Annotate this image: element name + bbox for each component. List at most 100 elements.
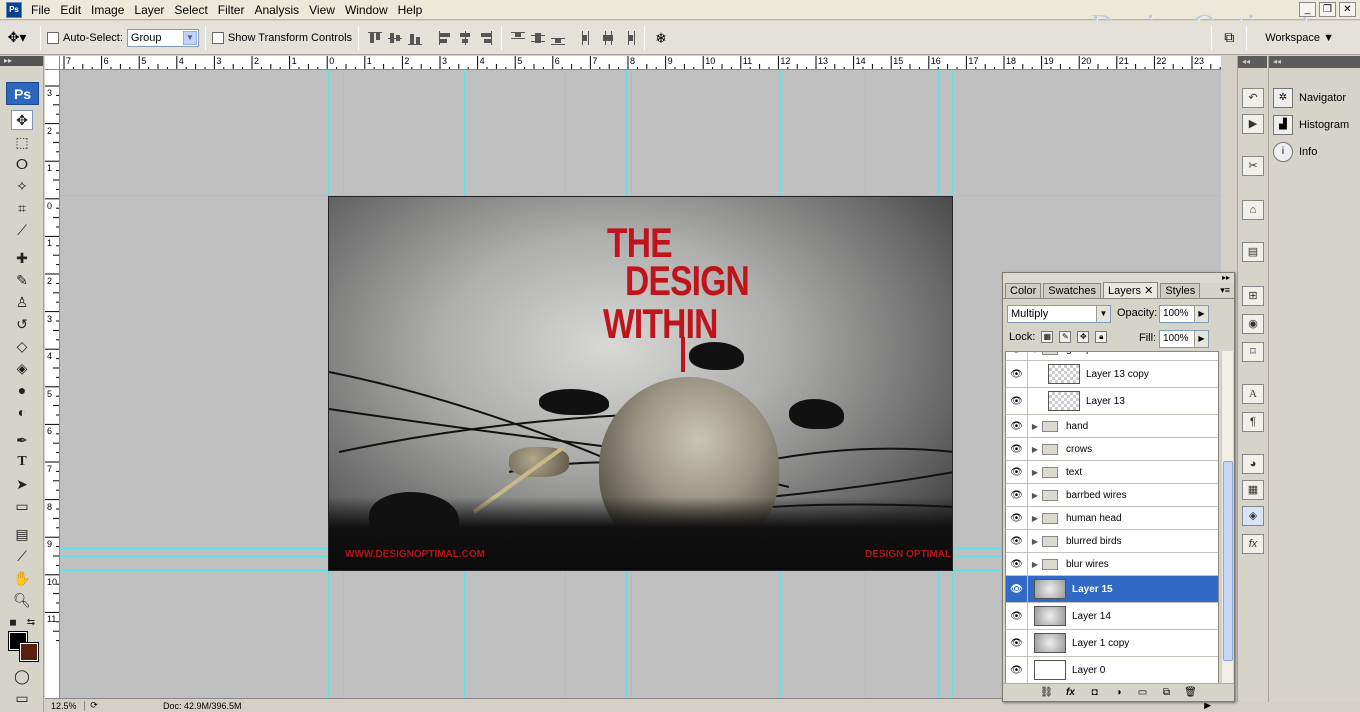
distribute-bottom-icon[interactable]: [549, 29, 567, 47]
new-group-icon[interactable]: ▭: [1135, 686, 1151, 700]
history-brush-icon[interactable]: ↺: [11, 314, 33, 334]
close-tab-icon[interactable]: ✕: [1144, 285, 1153, 297]
layer-row[interactable]: 👁︎ ▶ blur wires: [1006, 553, 1218, 576]
lock-position-icon[interactable]: ✥: [1077, 331, 1090, 343]
menu-layer[interactable]: Layer: [129, 1, 169, 19]
zoom-tool-icon[interactable]: 🔍︎: [11, 590, 33, 610]
minimize-icon[interactable]: _: [1299, 2, 1316, 17]
crop-tool-icon[interactable]: ⌗: [11, 198, 33, 218]
link-layers-icon[interactable]: ⛓: [1039, 686, 1055, 700]
tab-styles[interactable]: Styles: [1160, 283, 1201, 298]
auto-select-checkbox[interactable]: [47, 31, 59, 44]
visibility-eye-icon[interactable]: 👁︎: [1006, 507, 1028, 529]
layer-thumbnail[interactable]: [1048, 364, 1080, 384]
distribute-top-icon[interactable]: [509, 29, 527, 47]
tab-color[interactable]: Color: [1005, 283, 1042, 298]
info-panel-button[interactable]: i Info: [1273, 140, 1357, 164]
layer-thumbnail[interactable]: [1034, 660, 1066, 680]
menu-image[interactable]: Image: [86, 1, 129, 19]
align-right-icon[interactable]: [476, 29, 494, 47]
dock-grip[interactable]: ◂◂: [1238, 56, 1267, 68]
scrollbar-thumb[interactable]: [1223, 461, 1233, 661]
visibility-eye-icon[interactable]: 👁︎: [1006, 630, 1028, 656]
blur-tool-icon[interactable]: ●: [11, 380, 33, 400]
layer-row[interactable]: 👁︎ ▶ hand: [1006, 415, 1218, 438]
visibility-eye-icon[interactable]: 👁︎: [1006, 361, 1028, 387]
styles-panel-icon[interactable]: fx: [1242, 534, 1264, 554]
visibility-eye-icon[interactable]: 👁︎: [1006, 576, 1028, 602]
align-left-icon[interactable]: [436, 29, 454, 47]
lock-all-icon[interactable]: 🔒︎: [1095, 331, 1108, 343]
restore-icon[interactable]: ❐: [1319, 2, 1336, 17]
layer-row[interactable]: 👁︎ Layer 1 copy: [1006, 630, 1218, 657]
background-color-swatch[interactable]: [19, 642, 39, 662]
quick-mask-icon[interactable]: ◯: [11, 666, 33, 686]
workspace-button[interactable]: Workspace ▼: [1259, 30, 1340, 46]
layer-thumbnail[interactable]: [1034, 633, 1066, 653]
auto-select-dropdown[interactable]: Group ▼: [126, 28, 199, 47]
shape-tool-icon[interactable]: ▭: [11, 496, 33, 516]
blend-mode-select[interactable]: Multiply ▼: [1007, 305, 1111, 323]
distribute-vcenter-icon[interactable]: [529, 29, 547, 47]
screen-mode-icon[interactable]: ▭: [11, 688, 33, 708]
expand-triangle-icon[interactable]: ▶: [1028, 514, 1042, 523]
clone-source-icon[interactable]: ▤: [1242, 242, 1264, 262]
tool-presets-icon[interactable]: ✂: [1242, 156, 1264, 176]
lock-pixels-icon[interactable]: ✎: [1059, 331, 1072, 343]
menu-help[interactable]: Help: [393, 1, 428, 19]
visibility-eye-icon[interactable]: 👁︎: [1006, 438, 1028, 460]
pen-tool-icon[interactable]: ✒: [11, 430, 33, 450]
layers-panel-icon[interactable]: ◈: [1242, 506, 1264, 526]
layer-row[interactable]: 👁︎▽ group 2: [1006, 352, 1218, 361]
distribute-left-icon[interactable]: [579, 29, 597, 47]
photoshop-logo[interactable]: Ps: [6, 82, 39, 105]
menu-view[interactable]: View: [304, 1, 340, 19]
align-vcenter-icon[interactable]: [386, 29, 404, 47]
distribute-right-icon[interactable]: [619, 29, 637, 47]
layer-row[interactable]: 👁︎ Layer 14: [1006, 603, 1218, 630]
actions-panel-icon[interactable]: ▶: [1242, 114, 1264, 134]
adjustment-layer-icon[interactable]: ◑: [1111, 686, 1127, 700]
magic-wand-icon[interactable]: ✧: [11, 176, 33, 196]
visibility-eye-icon[interactable]: 👁︎: [1006, 553, 1028, 575]
menu-analysis[interactable]: Analysis: [249, 1, 304, 19]
navigator-panel-button[interactable]: ✲ Navigator: [1273, 86, 1357, 110]
layer-row[interactable]: 👁︎ ▶ barrbed wires: [1006, 484, 1218, 507]
menu-file[interactable]: File: [26, 1, 55, 19]
chevron-right-icon[interactable]: ▶: [1194, 331, 1208, 347]
photoshop-app-icon[interactable]: Ps: [6, 1, 22, 18]
opacity-field[interactable]: 100% ▶: [1159, 305, 1209, 323]
lasso-tool-icon[interactable]: ⵔ: [11, 154, 33, 174]
transform-checkbox[interactable]: [211, 31, 224, 44]
bridge-icon[interactable]: ⧉: [1224, 29, 1234, 46]
menu-window[interactable]: Window: [340, 1, 393, 19]
ruler-vertical[interactable]: 3 2 1 0 1 2 3 4 5 6 7 8 9 10 11: [45, 70, 60, 698]
color-panel-icon[interactable]: ◕: [1242, 454, 1264, 474]
menu-edit[interactable]: Edit: [55, 1, 86, 19]
layer-thumbnail[interactable]: [1034, 579, 1066, 599]
adjustments-icon[interactable]: ◉: [1242, 314, 1264, 334]
move-tool-preset-icon[interactable]: ✥▾: [0, 29, 34, 46]
menu-select[interactable]: Select: [169, 1, 212, 19]
brush-tool-icon[interactable]: ✎: [11, 270, 33, 290]
layer-row[interactable]: 👁︎ ▶ text: [1006, 461, 1218, 484]
layer-row[interactable]: 👁︎ Layer 15: [1006, 576, 1218, 603]
brushes-panel-icon[interactable]: ⌂: [1242, 200, 1264, 220]
chevron-right-icon[interactable]: ▶: [1194, 306, 1208, 322]
layer-style-icon[interactable]: fx: [1063, 686, 1079, 700]
path-selection-icon[interactable]: ➤: [11, 474, 33, 494]
expand-triangle-icon[interactable]: ▶: [1028, 537, 1042, 546]
tab-swatches[interactable]: Swatches: [1043, 283, 1101, 298]
show-transform-toggle[interactable]: Show Transform Controls: [211, 31, 352, 44]
visibility-eye-icon[interactable]: 👁︎: [1006, 461, 1028, 483]
marquee-tool-icon[interactable]: ⬚: [11, 132, 33, 152]
close-icon[interactable]: ✕: [1339, 2, 1356, 17]
layer-list-scrollbar[interactable]: [1221, 351, 1233, 684]
align-bottom-icon[interactable]: [406, 29, 424, 47]
dodge-tool-icon[interactable]: ◐: [11, 402, 33, 422]
character-panel-icon[interactable]: A: [1242, 384, 1264, 404]
channels-panel-icon[interactable]: ⊞: [1242, 286, 1264, 306]
visibility-eye-icon[interactable]: 👁︎: [1006, 657, 1028, 683]
visibility-eye-icon[interactable]: 👁︎: [1006, 603, 1028, 629]
type-tool-icon[interactable]: T: [11, 452, 33, 472]
